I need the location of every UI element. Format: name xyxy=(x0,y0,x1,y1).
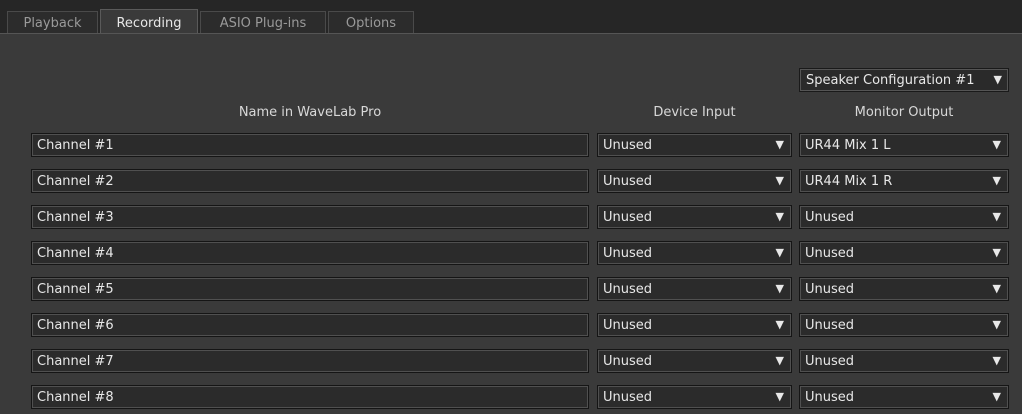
device-input-value: Unused xyxy=(603,174,653,189)
monitor-output-select[interactable]: Unused ▼ xyxy=(799,385,1009,409)
device-input-value: Unused xyxy=(603,282,653,297)
chevron-down-icon: ▼ xyxy=(993,73,1002,86)
device-input-select[interactable]: Unused ▼ xyxy=(597,385,792,409)
device-input-select[interactable]: Unused ▼ xyxy=(597,241,792,265)
tab-asio-plug-ins[interactable]: ASIO Plug-ins xyxy=(200,11,326,34)
chevron-down-icon: ▼ xyxy=(992,210,1001,223)
chevron-down-icon: ▼ xyxy=(775,246,784,259)
chevron-down-icon: ▼ xyxy=(775,354,784,367)
chevron-down-icon: ▼ xyxy=(992,354,1001,367)
device-input-select[interactable]: Unused ▼ xyxy=(597,313,792,337)
device-input-value: Unused xyxy=(603,318,653,333)
speaker-configuration-value: Speaker Configuration #1 xyxy=(806,73,975,88)
device-input-value: Unused xyxy=(603,210,653,225)
column-header-device-input: Device Input xyxy=(653,105,736,120)
chevron-down-icon: ▼ xyxy=(775,174,784,187)
device-input-value: Unused xyxy=(603,354,653,369)
device-input-value: Unused xyxy=(603,246,653,261)
chevron-down-icon: ▼ xyxy=(775,138,784,151)
device-input-select[interactable]: Unused ▼ xyxy=(597,169,792,193)
channel-name-field[interactable]: Channel #8 xyxy=(31,385,589,409)
monitor-output-value: Unused xyxy=(805,318,855,333)
channel-name-field[interactable]: Channel #1 xyxy=(31,133,589,157)
chevron-down-icon: ▼ xyxy=(992,138,1001,151)
chevron-down-icon: ▼ xyxy=(992,390,1001,403)
tab-playback[interactable]: Playback xyxy=(7,11,98,34)
monitor-output-select[interactable]: Unused ▼ xyxy=(799,205,1009,229)
column-header-monitor-output: Monitor Output xyxy=(854,105,954,120)
device-input-value: Unused xyxy=(603,138,653,153)
device-input-select[interactable]: Unused ▼ xyxy=(597,349,792,373)
monitor-output-select[interactable]: Unused ▼ xyxy=(799,277,1009,301)
chevron-down-icon: ▼ xyxy=(992,282,1001,295)
monitor-output-value: Unused xyxy=(805,354,855,369)
monitor-output-select[interactable]: UR44 Mix 1 R ▼ xyxy=(799,169,1009,193)
channel-name-field[interactable]: Channel #3 xyxy=(31,205,589,229)
chevron-down-icon: ▼ xyxy=(775,282,784,295)
channel-name-field[interactable]: Channel #7 xyxy=(31,349,589,373)
channel-name-field[interactable]: Channel #5 xyxy=(31,277,589,301)
device-input-select[interactable]: Unused ▼ xyxy=(597,205,792,229)
tab-options[interactable]: Options xyxy=(328,11,414,34)
tab-bar: Playback Recording ASIO Plug-ins Options xyxy=(0,0,1022,35)
tab-recording[interactable]: Recording xyxy=(100,9,198,35)
monitor-output-value: UR44 Mix 1 L xyxy=(805,138,891,153)
monitor-output-select[interactable]: Unused ▼ xyxy=(799,313,1009,337)
chevron-down-icon: ▼ xyxy=(775,210,784,223)
device-input-value: Unused xyxy=(603,390,653,405)
device-input-select[interactable]: Unused ▼ xyxy=(597,133,792,157)
speaker-configuration-select[interactable]: Speaker Configuration #1 ▼ xyxy=(799,68,1009,92)
channel-name-field[interactable]: Channel #4 xyxy=(31,241,589,265)
channel-name-field[interactable]: Channel #6 xyxy=(31,313,589,337)
monitor-output-select[interactable]: Unused ▼ xyxy=(799,349,1009,373)
monitor-output-value: Unused xyxy=(805,390,855,405)
chevron-down-icon: ▼ xyxy=(992,318,1001,331)
chevron-down-icon: ▼ xyxy=(775,390,784,403)
monitor-output-select[interactable]: Unused ▼ xyxy=(799,241,1009,265)
chevron-down-icon: ▼ xyxy=(992,246,1001,259)
monitor-output-value: Unused xyxy=(805,246,855,261)
monitor-output-select[interactable]: UR44 Mix 1 L ▼ xyxy=(799,133,1009,157)
column-header-name: Name in WaveLab Pro xyxy=(238,105,382,120)
monitor-output-value: Unused xyxy=(805,210,855,225)
chevron-down-icon: ▼ xyxy=(992,174,1001,187)
device-input-select[interactable]: Unused ▼ xyxy=(597,277,792,301)
monitor-output-value: Unused xyxy=(805,282,855,297)
chevron-down-icon: ▼ xyxy=(775,318,784,331)
channel-name-field[interactable]: Channel #2 xyxy=(31,169,589,193)
monitor-output-value: UR44 Mix 1 R xyxy=(805,174,893,189)
